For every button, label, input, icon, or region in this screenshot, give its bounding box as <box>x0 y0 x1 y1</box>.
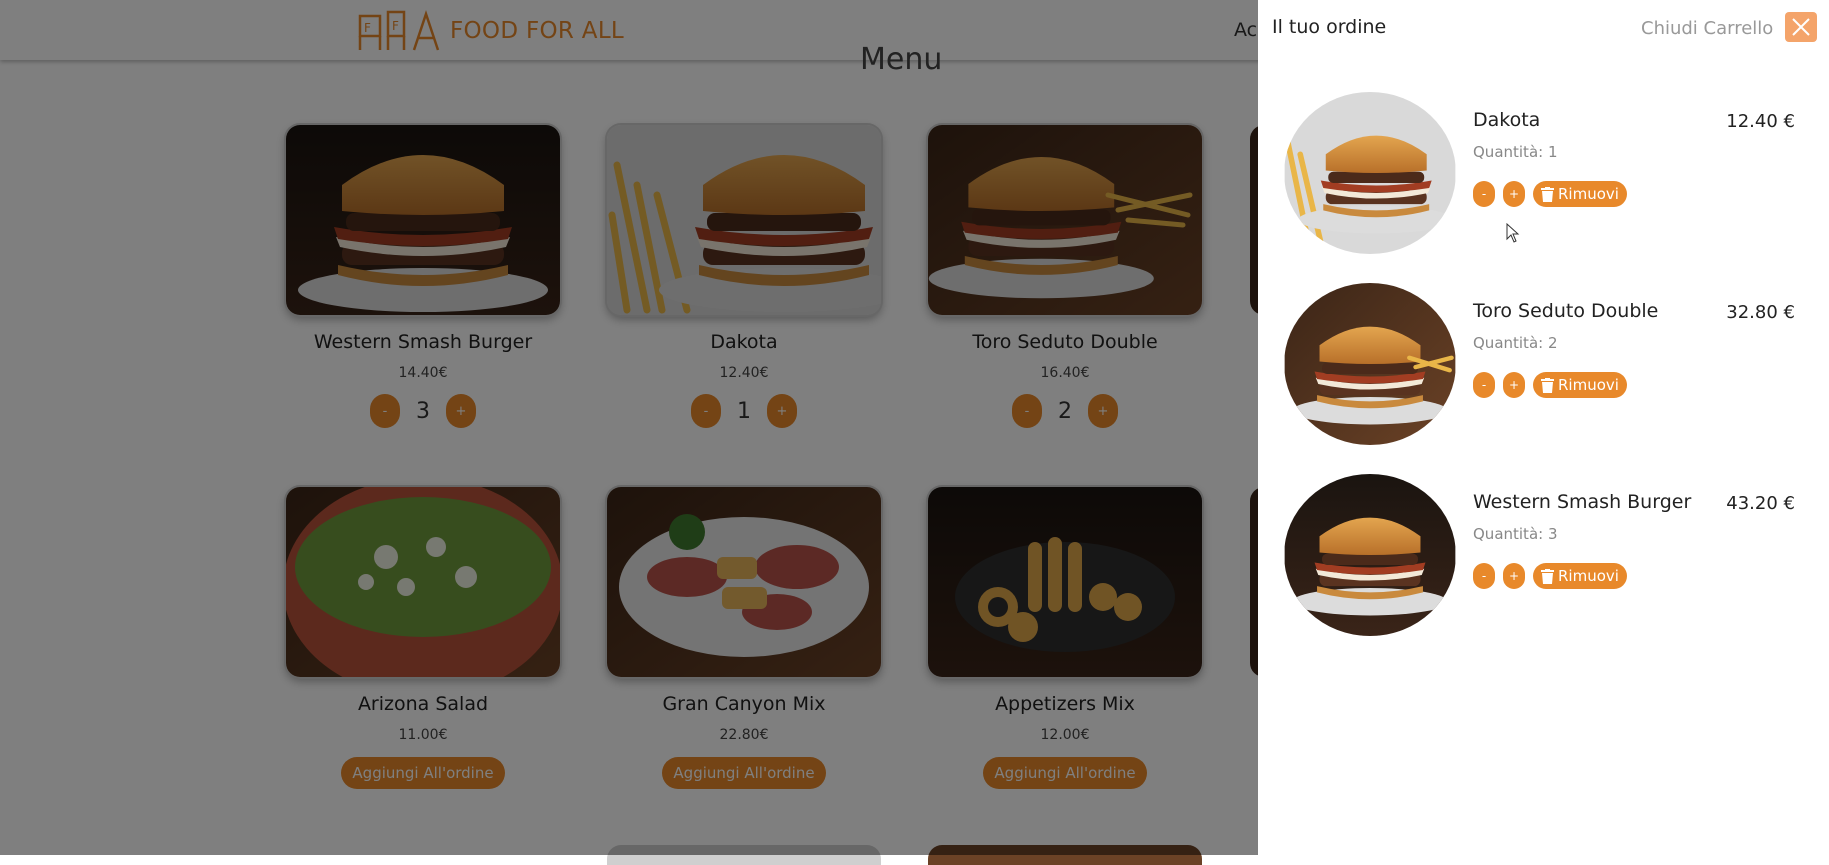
cart-item-quantity: Quantità: 3 <box>1473 525 1558 543</box>
decrease-button[interactable]: - <box>1473 563 1495 589</box>
remove-button[interactable]: Rimuovi <box>1533 372 1627 398</box>
increase-button[interactable]: + <box>1503 181 1525 207</box>
cart-title: Il tuo ordine <box>1272 16 1387 38</box>
cart-item-price: 32.80 € <box>1726 302 1795 323</box>
mouse-cursor-icon <box>1506 223 1520 243</box>
cart-item-price: 43.20 € <box>1726 493 1795 514</box>
trash-icon <box>1541 186 1554 202</box>
remove-button[interactable]: Rimuovi <box>1533 563 1627 589</box>
remove-label: Rimuovi <box>1558 567 1619 585</box>
close-cart-button[interactable] <box>1785 12 1817 42</box>
cart-item-image <box>1284 474 1456 636</box>
cart-item-actions: - + Rimuovi <box>1473 372 1627 398</box>
increase-button[interactable]: + <box>1503 372 1525 398</box>
cart-item-name: Dakota <box>1473 109 1541 131</box>
cart-item: Dakota Quantità: 1 12.40 € - + Rimuovi <box>1284 92 1804 257</box>
cart-item-quantity: Quantità: 2 <box>1473 334 1558 352</box>
cart-item-name: Toro Seduto Double <box>1473 300 1659 322</box>
cart-item-name: Western Smash Burger <box>1473 491 1692 513</box>
close-cart-link[interactable]: Chiudi Carrello <box>1641 18 1773 39</box>
trash-icon <box>1541 377 1554 393</box>
remove-label: Rimuovi <box>1558 376 1619 394</box>
decrease-button[interactable]: - <box>1473 372 1495 398</box>
cart-item-actions: - + Rimuovi <box>1473 563 1627 589</box>
cart-item-image <box>1284 92 1456 254</box>
increase-button[interactable]: + <box>1503 563 1525 589</box>
remove-button[interactable]: Rimuovi <box>1533 181 1627 207</box>
cart-panel: Il tuo ordine Chiudi Carrello Dakota Qua… <box>1258 0 1829 855</box>
cart-item-price: 12.40 € <box>1726 111 1795 132</box>
cart-item: Western Smash Burger Quantità: 3 43.20 €… <box>1284 474 1804 639</box>
cart-item-image <box>1284 283 1456 445</box>
cart-item-quantity: Quantità: 1 <box>1473 143 1558 161</box>
trash-icon <box>1541 568 1554 584</box>
remove-label: Rimuovi <box>1558 185 1619 203</box>
cart-item-actions: - + Rimuovi <box>1473 181 1627 207</box>
close-icon <box>1792 18 1810 36</box>
cart-item: Toro Seduto Double Quantità: 2 32.80 € -… <box>1284 283 1804 448</box>
decrease-button[interactable]: - <box>1473 181 1495 207</box>
